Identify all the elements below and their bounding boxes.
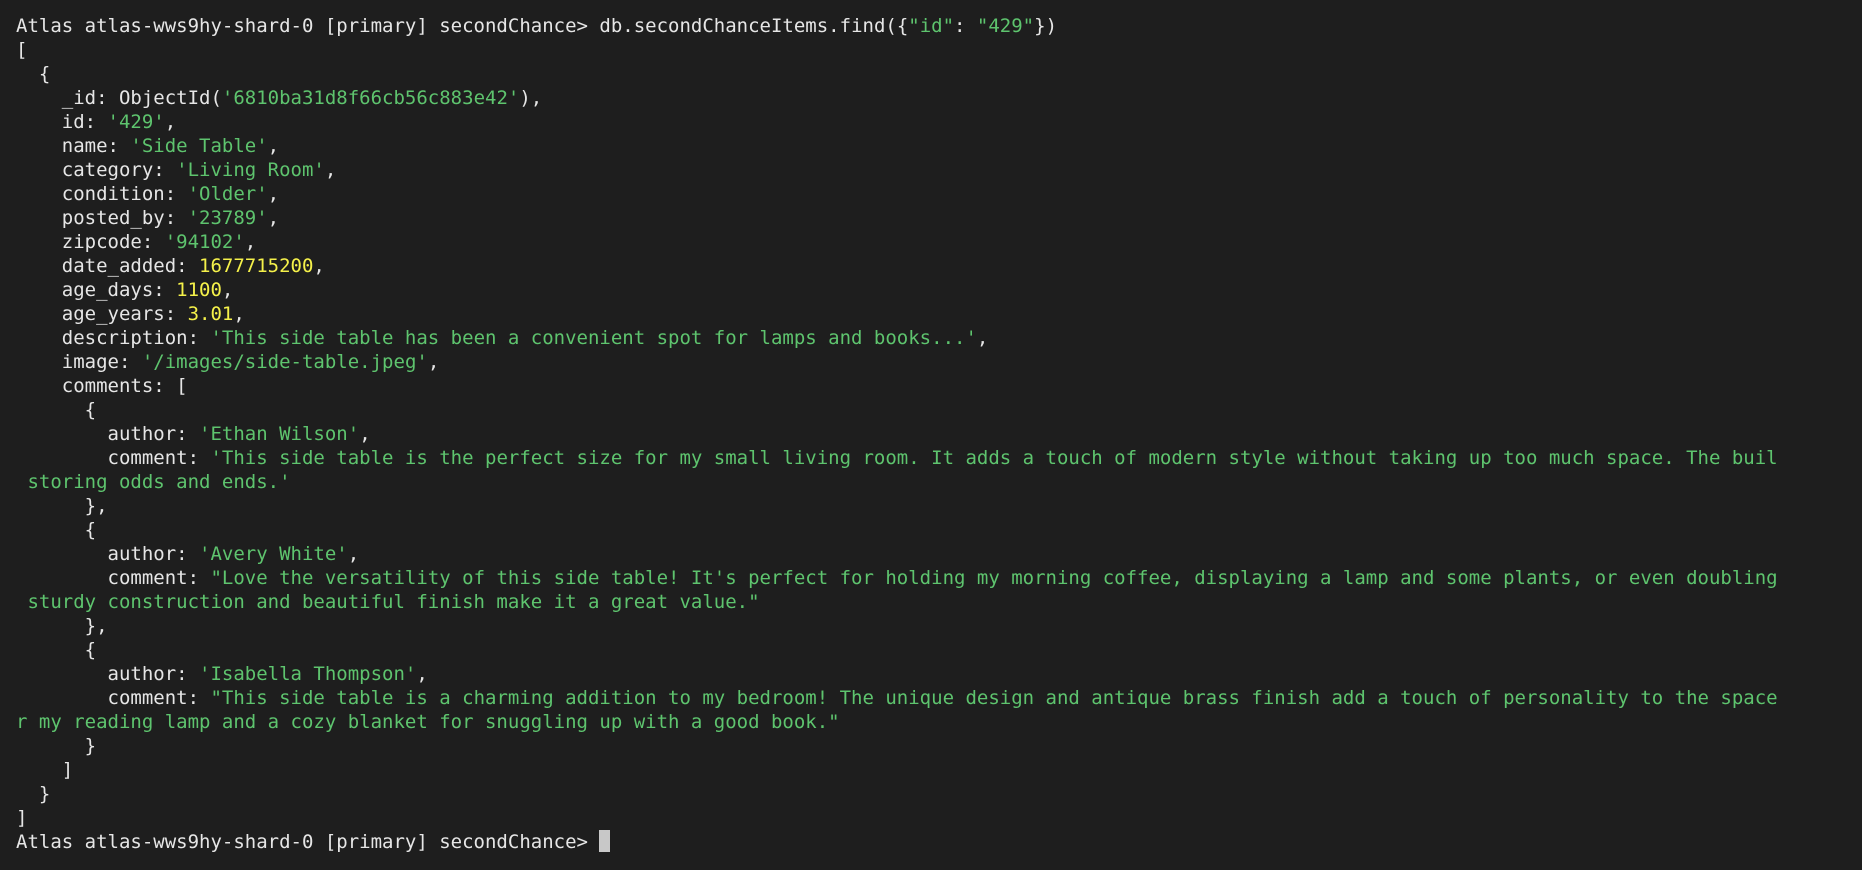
field-age-days: age_days: 1100, [16,279,234,301]
comment-close: }, [16,615,108,637]
field-comments: comments: [ [16,375,188,397]
output-close-brace: } [16,783,51,805]
field-category: category: 'Living Room', [16,159,337,181]
active-prompt-line[interactable]: Atlas atlas-wws9hy-shard-0 [primary] sec… [0,830,1862,854]
command-close: }) [1034,15,1058,37]
comment-text: comment: 'This side table is the perfect… [16,447,1778,469]
comment-open: { [16,399,97,421]
comment-text-wrap: r my reading lamp and a cozy blanket for… [16,711,840,733]
field-zipcode: zipcode: '94102', [16,231,257,253]
comment-text-wrap: sturdy construction and beautiful finish… [16,591,760,613]
output-close-bracket: ] [16,807,28,829]
field-age-years: age_years: 3.01, [16,303,245,325]
command-call: db.secondChanceItems.find({ [599,15,909,37]
shell-prompt: Atlas atlas-wws9hy-shard-0 [primary] sec… [16,831,588,853]
field-date-added: date_added: 1677715200, [16,255,325,277]
command-colon: : [954,15,977,37]
comment-text: comment: "This side table is a charming … [16,687,1778,709]
command-line: Atlas atlas-wws9hy-shard-0 [primary] sec… [0,14,1862,38]
command-value: "429" [976,15,1035,37]
comment-open: { [16,639,97,661]
field-name: name: 'Side Table', [16,135,280,157]
comment-author: author: 'Avery White', [16,543,360,565]
field-posted-by: posted_by: '23789', [16,207,280,229]
output-open-bracket: [ [16,39,28,61]
terminal-window[interactable]: Atlas atlas-wws9hy-shard-0 [primary] sec… [0,0,1862,870]
output-open-brace: { [16,63,51,85]
objectid-value: '6810ba31d8f66cb56c883e42' [221,87,520,109]
comments-close: ] [16,759,74,781]
comment-open: { [16,519,97,541]
comment-author: author: 'Isabella Thompson', [16,663,428,685]
command-key: "id" [908,15,955,37]
comment-text-wrap: storing odds and ends.' [16,471,291,493]
field-condition: condition: 'Older', [16,183,280,205]
comment-text: comment: "Love the versatility of this s… [16,567,1778,589]
comment-close: } [16,735,97,757]
field-id: id: '429', [16,111,177,133]
comment-close: }, [16,495,108,517]
field-image: image: '/images/side-table.jpeg', [16,351,440,373]
shell-prompt: Atlas atlas-wws9hy-shard-0 [primary] sec… [16,15,588,37]
field-_id: _id: ObjectId('6810ba31d8f66cb56c883e42'… [16,87,543,109]
text-cursor[interactable] [599,830,611,852]
field-description: description: 'This side table has been a… [16,327,989,349]
comment-author: author: 'Ethan Wilson', [16,423,371,445]
